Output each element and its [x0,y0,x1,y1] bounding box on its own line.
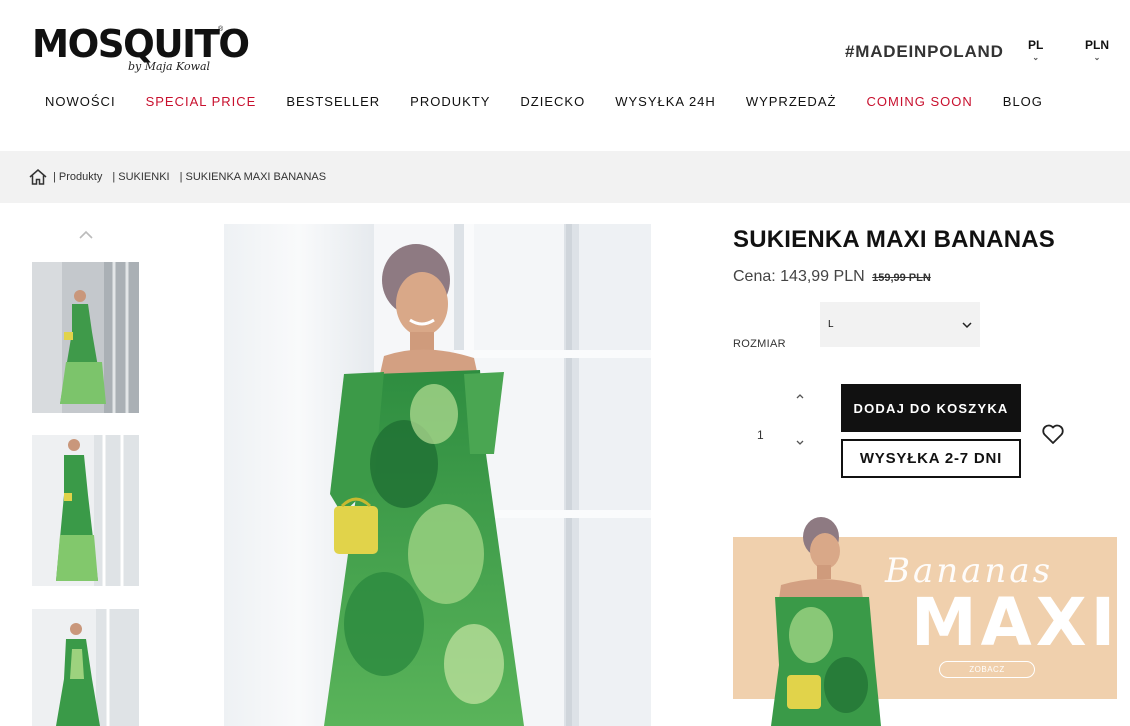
breadcrumb-dresses[interactable]: | SUKIENKI [112,171,169,183]
quantity-value[interactable]: 1 [757,428,764,442]
currency-selector[interactable]: PLN ⌄ [1085,38,1109,62]
nav-item-produkty[interactable]: PRODUKTY [410,94,490,109]
product-main-image[interactable] [224,224,651,726]
logo-registered-mark: ® [218,26,224,33]
chevron-down-icon: ⌄ [1093,53,1101,62]
wishlist-heart-icon[interactable] [1041,423,1065,445]
old-price: 159,99 PLN [872,272,931,284]
chevron-down-icon [962,321,972,328]
brand-logo[interactable]: MOSQUITO ® by Maja Kowal [32,22,250,84]
product-price: Cena: 143,99 PLN 159,99 PLN [733,268,931,286]
breadcrumb-products[interactable]: | Produkty [53,171,102,183]
quantity-decrease-button[interactable] [794,437,806,449]
size-select[interactable]: L [820,302,980,347]
nav-item-special-price[interactable]: SPECIAL PRICE [146,94,257,109]
tagline: #MADEINPOLAND [845,42,1004,61]
thumbnail-1[interactable] [32,262,139,413]
promo-banner[interactable]: Bananas MAXI ZOBACZ [733,515,1117,726]
thumbnail-image [32,262,139,413]
currency-value: PLN [1085,38,1109,52]
thumbnail-image [32,609,139,726]
nav-item-coming-soon[interactable]: COMING SOON [866,94,972,109]
logo-signature: by Maja Kowal [128,60,211,73]
banner-see-button[interactable]: ZOBACZ [939,661,1035,678]
thumbnail-3[interactable] [32,609,139,726]
nav-item-wyprzedaz[interactable]: WYPRZEDAŻ [746,94,837,109]
banner-model-image [771,517,881,726]
quantity-increase-button[interactable] [794,390,806,402]
add-to-cart-button[interactable]: DODAJ DO KOSZYKA [841,384,1021,432]
nav-item-blog[interactable]: BLOG [1003,94,1043,109]
main-nav: NOWOŚCI SPECIAL PRICE BESTSELLER PRODUKT… [45,94,1073,109]
breadcrumb: | Produkty | SUKIENKI | SUKIENKA MAXI BA… [0,151,1130,203]
nav-item-nowosci[interactable]: NOWOŚCI [45,94,116,109]
language-value: PL [1028,38,1044,52]
thumbnail-2[interactable] [32,435,139,586]
banner-headline: MAXI [911,584,1117,661]
nav-item-wysylka-24h[interactable]: WYSYŁKA 24H [615,94,716,109]
breadcrumb-current: | SUKIENKA MAXI BANANAS [179,171,327,183]
size-label: ROZMIAR [733,338,786,350]
thumbnails-up-arrow[interactable] [78,228,94,242]
chevron-down-icon: ⌄ [1032,53,1040,62]
thumbnail-image [32,435,139,586]
shipping-info-button[interactable]: WYSYŁKA 2-7 DNI [841,439,1021,478]
logo-text: MOSQUITO [32,22,250,66]
nav-item-dziecko[interactable]: DZIECKO [520,94,585,109]
home-icon[interactable] [29,169,47,185]
current-price: Cena: 143,99 PLN [733,268,865,285]
language-selector[interactable]: PL ⌄ [1028,38,1043,62]
nav-item-bestseller[interactable]: BESTSELLER [286,94,380,109]
product-title: SUKIENKA MAXI BANANAS [733,226,1055,253]
product-photo [224,224,651,726]
size-value: L [828,319,834,330]
